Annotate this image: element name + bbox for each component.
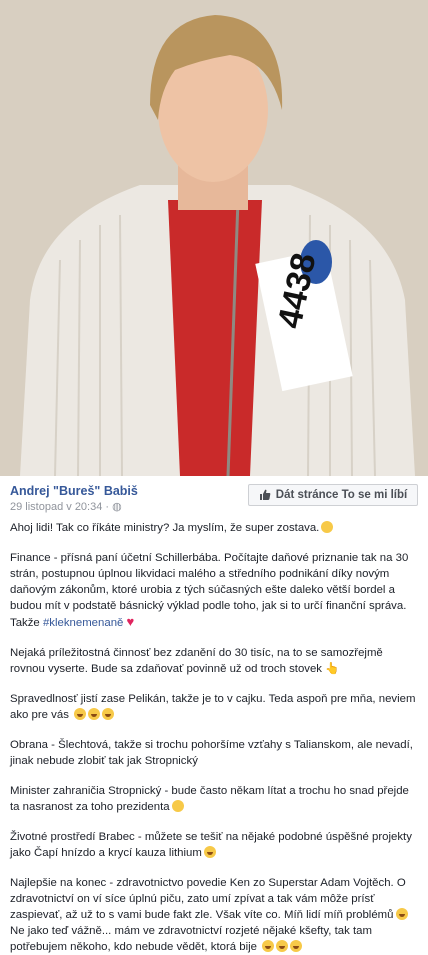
laughing-emoji-icon <box>203 846 216 858</box>
post-body: Ahoj lidi! Tak co říkáte ministry? Ja my… <box>0 520 428 955</box>
post-timestamp[interactable]: 29 listopad v 20:34 <box>10 501 102 513</box>
paragraph: Finance - přísná paní účetní Schillerbáb… <box>10 552 409 629</box>
paragraph: Minister zahraničia Stropnický - bude ča… <box>10 785 409 813</box>
paragraph: Spravedlnosť jistí zase Pelikán, takže j… <box>10 693 416 721</box>
thumbs-up-icon <box>259 489 271 500</box>
paragraph: Nejaká príležitostná činnosť bez zdanění… <box>10 647 383 675</box>
like-page-button[interactable]: Dát stránce To se mi líbí <box>248 484 418 506</box>
post-header: Andrej "Bureš" Babiš 29 listopad v 20:34… <box>0 476 428 520</box>
person-photo-illustration: 4438 <box>0 0 428 476</box>
like-page-label: Dát stránce To se mi líbí <box>275 489 408 501</box>
pointing-hand-icon: 👆 <box>325 663 340 675</box>
post-photo[interactable]: 4438 <box>0 0 428 476</box>
laughing-emoji-icon <box>102 708 115 720</box>
laughing-emoji-icon <box>395 908 408 920</box>
paragraph: Životné prostředí Brabec - můžete se teš… <box>10 831 412 859</box>
laughing-emoji-icon <box>88 708 101 720</box>
heart-icon: ♥ <box>126 614 135 629</box>
smile-emoji-icon <box>321 521 334 533</box>
paragraph: Najlepšie na konec - zdravotnictvo poved… <box>10 877 408 953</box>
tongue-emoji-icon <box>171 800 184 812</box>
laughing-emoji-icon <box>74 708 87 720</box>
laughing-emoji-icon <box>290 940 303 952</box>
hashtag-link[interactable]: #kleknemenaně <box>43 617 123 629</box>
globe-icon: · ◍ <box>105 501 122 513</box>
laughing-emoji-icon <box>276 940 289 952</box>
paragraph: Ahoj lidi! Tak co říkáte ministry? Ja my… <box>10 520 418 536</box>
paragraph: Obrana - Šlechtová, takže si trochu poho… <box>10 739 413 767</box>
laughing-emoji-icon <box>262 940 275 952</box>
